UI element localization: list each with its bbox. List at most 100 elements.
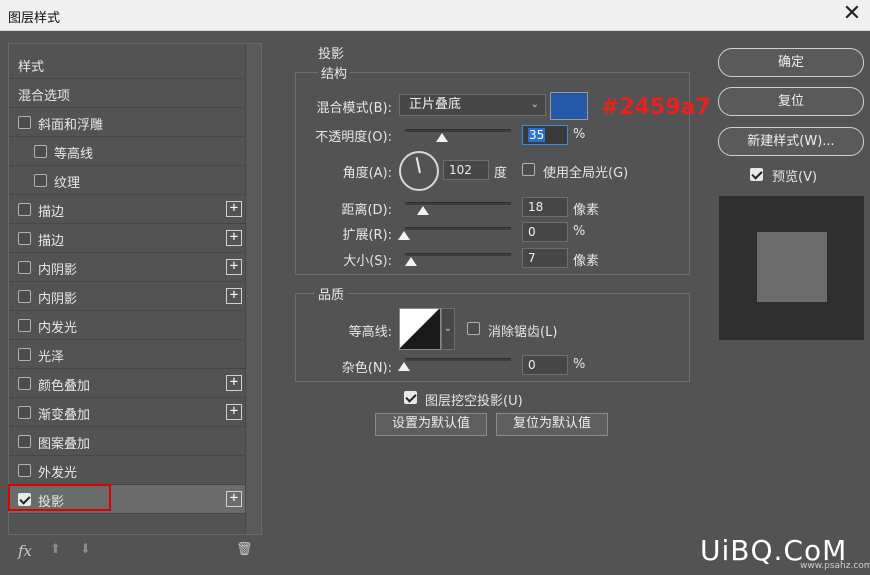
- bottom-toolbar: fx ⬆ ⬇ 🗑: [18, 542, 258, 562]
- style-list-item[interactable]: 内阴影 +: [9, 282, 245, 311]
- style-list-item[interactable]: 描边 +: [9, 224, 245, 253]
- fx-icon[interactable]: fx: [18, 542, 32, 560]
- style-list-item[interactable]: 样式: [9, 50, 245, 79]
- style-checkbox[interactable]: [18, 203, 31, 216]
- title-bar: 图层样式 ✕: [0, 0, 870, 31]
- style-list-item[interactable]: 内阴影 +: [9, 253, 245, 282]
- knockout-label: 图层挖空投影(U): [425, 394, 523, 409]
- style-list-label: 内阴影: [38, 263, 78, 278]
- style-checkbox[interactable]: [18, 261, 31, 274]
- opacity-slider-track[interactable]: [405, 129, 511, 132]
- blend-mode-select[interactable]: 正片叠底 ⌄: [399, 94, 546, 116]
- noise-slider-thumb[interactable]: [398, 362, 410, 371]
- spread-input[interactable]: 0: [522, 222, 568, 242]
- reset-default-button[interactable]: 复位为默认值: [496, 413, 608, 436]
- preview-label: 预览(V): [772, 170, 818, 185]
- add-effect-icon[interactable]: +: [226, 201, 242, 217]
- preview-checkbox[interactable]: [750, 168, 763, 181]
- contour-label: 等高线:: [348, 325, 392, 340]
- structure-title: 结构: [318, 63, 351, 82]
- antialias-label: 消除锯齿(L): [488, 325, 558, 340]
- opacity-input[interactable]: 35: [522, 125, 568, 145]
- add-effect-icon[interactable]: +: [226, 288, 242, 304]
- spread-slider-track[interactable]: [405, 227, 511, 230]
- style-list-item[interactable]: 等高线: [9, 137, 245, 166]
- distance-input[interactable]: 18: [522, 197, 568, 217]
- style-list-label: 颜色叠加: [38, 379, 91, 394]
- style-list-label: 斜面和浮雕: [38, 118, 104, 133]
- style-list-item[interactable]: 外发光: [9, 456, 245, 485]
- distance-slider-thumb[interactable]: [417, 206, 429, 215]
- angle-label: 角度(A):: [342, 166, 392, 181]
- opacity-unit: %: [573, 127, 586, 142]
- global-light-checkbox[interactable]: [522, 163, 535, 176]
- style-list-item[interactable]: 颜色叠加 +: [9, 369, 245, 398]
- spread-label: 扩展(R):: [342, 228, 392, 243]
- style-checkbox[interactable]: [18, 116, 31, 129]
- quality-title: 品质: [315, 284, 348, 303]
- noise-slider-track[interactable]: [405, 358, 511, 361]
- global-light-label: 使用全局光(G): [543, 166, 629, 181]
- contour-curve-icon: [399, 308, 441, 350]
- reset-button[interactable]: 复位: [718, 87, 864, 116]
- make-default-button[interactable]: 设置为默认值: [375, 413, 487, 436]
- style-checkbox[interactable]: [34, 174, 47, 187]
- move-down-icon[interactable]: ⬇: [80, 542, 91, 557]
- add-effect-icon[interactable]: +: [226, 375, 242, 391]
- distance-unit: 像素: [573, 203, 600, 218]
- size-input[interactable]: 7: [522, 248, 568, 268]
- size-slider-thumb[interactable]: [405, 257, 417, 266]
- contour-picker[interactable]: [399, 308, 441, 350]
- close-icon[interactable]: ✕: [842, 1, 862, 27]
- style-list-label: 渐变叠加: [38, 408, 91, 423]
- knockout-checkbox[interactable]: [404, 391, 417, 404]
- add-effect-icon[interactable]: +: [226, 404, 242, 420]
- angle-dial-hand: [415, 157, 421, 174]
- size-slider-track[interactable]: [405, 253, 511, 256]
- style-list-item[interactable]: 混合选项: [9, 79, 245, 108]
- style-checkbox[interactable]: [34, 145, 47, 158]
- style-checkbox[interactable]: [18, 319, 31, 332]
- style-checkbox[interactable]: [18, 232, 31, 245]
- add-effect-icon[interactable]: +: [226, 230, 242, 246]
- style-checkbox[interactable]: [18, 464, 31, 477]
- new-style-button[interactable]: 新建样式(W)...: [718, 127, 864, 156]
- trash-icon[interactable]: 🗑: [236, 542, 253, 557]
- style-list: 样式 混合选项 斜面和浮雕 等高线 纹理 描边 + 描边 + 内阴影 + 内阴影 + 内发光 光泽 颜色叠加 +…: [8, 43, 262, 535]
- opacity-slider-thumb[interactable]: [436, 133, 449, 142]
- angle-dial[interactable]: [399, 151, 439, 191]
- style-list-label: 描边: [38, 205, 65, 220]
- style-list-item[interactable]: 描边 +: [9, 195, 245, 224]
- shadow-color-swatch[interactable]: [550, 92, 588, 120]
- style-list-item[interactable]: 内发光: [9, 311, 245, 340]
- style-checkbox[interactable]: [18, 290, 31, 303]
- distance-slider-track[interactable]: [405, 202, 511, 205]
- style-list-item[interactable]: 斜面和浮雕: [9, 108, 245, 137]
- add-effect-icon[interactable]: +: [226, 491, 242, 507]
- angle-input[interactable]: 102: [443, 160, 489, 180]
- add-effect-icon[interactable]: +: [226, 259, 242, 275]
- size-label: 大小(S):: [343, 254, 392, 269]
- style-checkbox[interactable]: [18, 377, 31, 390]
- angle-unit: 度: [494, 166, 508, 181]
- contour-dropdown[interactable]: ⌄: [441, 308, 455, 350]
- style-list-label: 图案叠加: [38, 437, 91, 452]
- highlight-box: [8, 484, 111, 511]
- drop-shadow-title: 投影: [318, 47, 345, 62]
- spread-slider-thumb[interactable]: [398, 231, 410, 240]
- style-list-item[interactable]: 纹理: [9, 166, 245, 195]
- noise-input[interactable]: 0: [522, 355, 568, 375]
- style-checkbox[interactable]: [18, 435, 31, 448]
- style-list-label: 内阴影: [38, 292, 78, 307]
- style-list-item[interactable]: 渐变叠加 +: [9, 398, 245, 427]
- style-list-item[interactable]: 图案叠加: [9, 427, 245, 456]
- antialias-checkbox[interactable]: [467, 322, 480, 335]
- move-up-icon[interactable]: ⬆: [50, 542, 61, 557]
- style-list-scrollbar[interactable]: [245, 44, 261, 534]
- blend-mode-label: 混合模式(B):: [316, 101, 392, 116]
- style-list-item[interactable]: 光泽: [9, 340, 245, 369]
- style-checkbox[interactable]: [18, 348, 31, 361]
- style-list-label: 外发光: [38, 466, 78, 481]
- ok-button[interactable]: 确定: [718, 48, 864, 77]
- style-checkbox[interactable]: [18, 406, 31, 419]
